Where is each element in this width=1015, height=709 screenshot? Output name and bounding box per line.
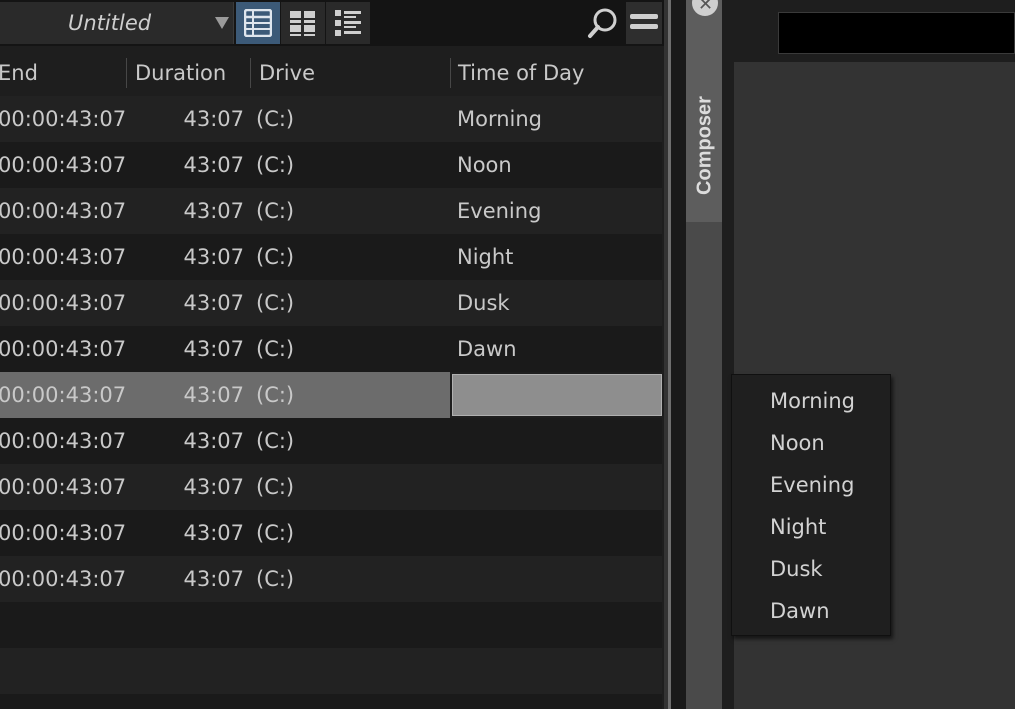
end-cell: 00:00:43:07 [0,383,127,407]
time-of-day-cell[interactable]: Dusk [457,280,510,326]
panel-divider[interactable] [668,0,686,709]
duration-cell: 43:07 [183,107,244,131]
bin-name-dropdown[interactable]: Untitled [0,2,234,44]
column-header-drive[interactable]: Drive [259,50,315,96]
duration-cell: 43:07 [183,199,244,223]
column-divider[interactable] [450,58,451,88]
drive-cell: (C:) [256,383,295,407]
drive-cell: (C:) [256,567,295,591]
bin-panel: Untitled End Duration Drive Time of Day … [0,0,668,709]
close-icon: ✕ [698,0,714,15]
end-cell: 00:00:43:07 [0,153,127,177]
column-divider[interactable] [126,58,127,88]
drive-cell: (C:) [256,429,295,453]
drive-cell: (C:) [256,107,295,131]
time-of-day-cell[interactable]: Noon [457,142,512,188]
bin-toolbar: Untitled [0,0,668,46]
column-header-duration[interactable]: Duration [135,50,226,96]
text-view-button[interactable] [236,2,280,44]
table-row-empty [0,694,662,709]
table-row[interactable]: 00:00:43:07 43:07 (C:) [0,418,662,464]
menu-item-morning[interactable]: Morning [770,389,855,413]
script-view-button[interactable] [326,2,370,44]
table-row-empty [0,648,662,694]
table-row-empty [0,602,662,648]
time-of-day-cell[interactable]: Night [457,234,513,280]
table-row[interactable]: 00:00:43:07 43:07 (C:) Night [0,234,662,280]
drive-cell: (C:) [256,521,295,545]
menu-item-noon[interactable]: Noon [770,431,825,455]
bin-name-label: Untitled [68,11,152,35]
end-cell: 00:00:43:07 [0,337,127,361]
menu-item-dusk[interactable]: Dusk [770,557,823,581]
table-row-selected[interactable]: 00:00:43:07 43:07 (C:) [0,372,662,418]
frame-view-button[interactable] [281,2,325,44]
duration-cell: 43:07 [183,291,244,315]
search-icon [588,8,617,38]
table-row[interactable]: 00:00:43:07 43:07 (C:) Evening [0,188,662,234]
column-header-time-of-day[interactable]: Time of Day [458,50,584,96]
drive-cell: (C:) [256,291,295,315]
end-cell: 00:00:43:07 [0,245,127,269]
end-cell: 00:00:43:07 [0,567,127,591]
duration-cell: 43:07 [183,153,244,177]
table-row[interactable]: 00:00:43:07 43:07 (C:) [0,556,662,602]
time-of-day-cell[interactable]: Morning [457,96,542,142]
end-cell: 00:00:43:07 [0,475,127,499]
column-header-end[interactable]: End [0,50,38,96]
drive-cell: (C:) [256,153,295,177]
text-view-icon [244,9,272,37]
dropdown-arrow-icon [215,17,229,29]
column-header-row: End Duration Drive Time of Day [0,50,662,96]
duration-cell: 43:07 [183,337,244,361]
duration-cell: 43:07 [183,245,244,269]
search-button[interactable] [586,6,620,40]
table-row[interactable]: 00:00:43:07 43:07 (C:) Morning [0,96,662,142]
drive-cell: (C:) [256,337,295,361]
end-cell: 00:00:43:07 [0,199,127,223]
table-row[interactable]: 00:00:43:07 43:07 (C:) Noon [0,142,662,188]
column-divider[interactable] [250,58,251,88]
drive-cell: (C:) [256,475,295,499]
table-row[interactable]: 00:00:43:07 43:07 (C:) [0,464,662,510]
duration-cell: 43:07 [183,383,244,407]
hamburger-menu-icon [630,14,658,29]
time-of-day-cell[interactable]: Evening [457,188,541,234]
end-cell: 00:00:43:07 [0,291,127,315]
end-cell: 00:00:43:07 [0,429,127,453]
table-row[interactable]: 00:00:43:07 43:07 (C:) Dusk [0,280,662,326]
menu-item-night[interactable]: Night [770,515,826,539]
table-row[interactable]: 00:00:43:07 43:07 (C:) [0,510,662,556]
composer-tab-label-wrap: Composer [686,92,722,202]
drive-cell: (C:) [256,199,295,223]
end-cell: 00:00:43:07 [0,107,127,131]
bin-menu-button[interactable] [626,2,662,44]
composer-source-field[interactable] [778,12,1015,54]
composer-tab-label: Composer [693,96,716,195]
duration-cell: 43:07 [183,475,244,499]
duration-cell: 43:07 [183,567,244,591]
table-row[interactable]: 00:00:43:07 43:07 (C:) Dawn [0,326,662,372]
duration-cell: 43:07 [183,521,244,545]
time-of-day-edit-field[interactable] [452,374,662,416]
frame-view-icon [290,11,315,36]
time-of-day-menu: Morning Noon Evening Night Dusk Dawn [731,374,891,636]
menu-item-dawn[interactable]: Dawn [770,599,830,623]
drive-cell: (C:) [256,245,295,269]
menu-item-evening[interactable]: Evening [770,473,854,497]
duration-cell: 43:07 [183,429,244,453]
time-of-day-cell[interactable]: Dawn [457,326,517,372]
end-cell: 00:00:43:07 [0,521,127,545]
script-view-icon [335,10,361,36]
